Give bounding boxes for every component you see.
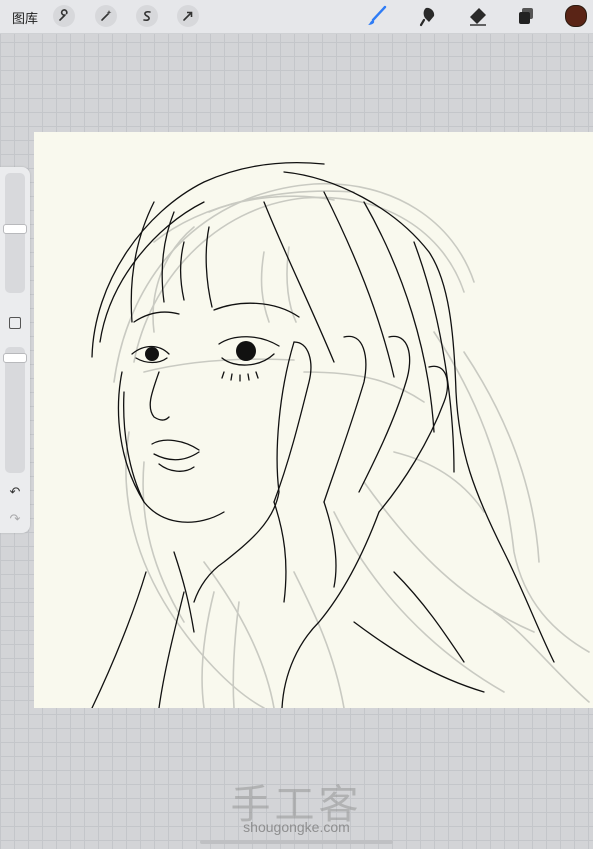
- magic-wand-icon: [101, 10, 112, 21]
- selection-button[interactable]: [136, 5, 158, 27]
- brush-size-thumb[interactable]: [3, 224, 27, 234]
- adjustments-button[interactable]: [95, 5, 117, 27]
- opacity-thumb[interactable]: [3, 353, 27, 363]
- drawing-canvas[interactable]: [34, 132, 593, 708]
- actions-button[interactable]: [53, 5, 75, 27]
- gallery-button[interactable]: 图库: [12, 8, 38, 27]
- transform-arrow-icon: [183, 11, 193, 21]
- brush-icon: [368, 5, 387, 25]
- top-toolbar: 图库: [0, 0, 593, 34]
- opacity-slider[interactable]: [5, 347, 25, 473]
- eraser-tool-button[interactable]: [466, 5, 490, 27]
- undo-button[interactable]: ↶: [7, 485, 23, 499]
- smudge-tool-button[interactable]: [416, 5, 440, 27]
- selection-icon: [143, 11, 151, 21]
- smudge-icon: [419, 7, 435, 27]
- transform-button[interactable]: [177, 5, 199, 27]
- watermark-url: shougongke.com: [243, 819, 350, 835]
- wrench-icon: [59, 9, 68, 21]
- modify-button[interactable]: [9, 317, 21, 329]
- layers-icon: [519, 8, 533, 24]
- eraser-icon: [470, 8, 486, 26]
- layers-button[interactable]: [514, 5, 538, 27]
- home-indicator[interactable]: [200, 840, 393, 844]
- brush-tool-button[interactable]: [365, 5, 389, 27]
- color-picker-button[interactable]: [565, 5, 587, 27]
- sidebar-panel: ↶ ↷: [0, 167, 30, 533]
- sketch-artwork: [91, 161, 590, 708]
- redo-button[interactable]: ↷: [7, 512, 23, 526]
